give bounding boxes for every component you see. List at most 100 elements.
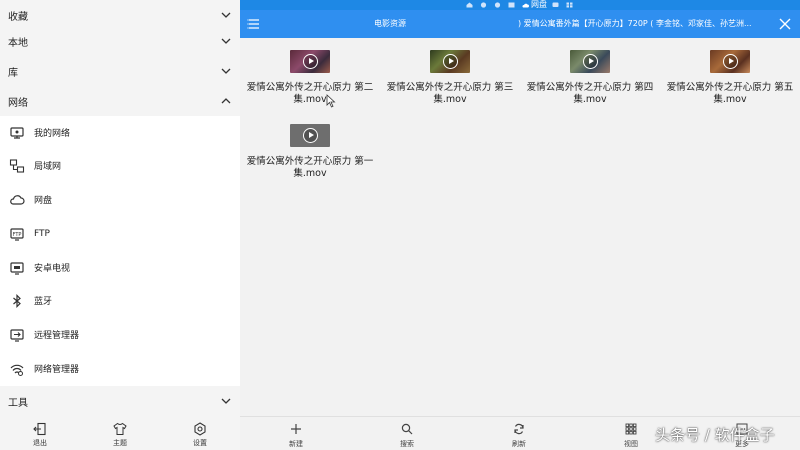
file-name: 爱情公寓外传之开心原力 第三集.mov: [386, 82, 514, 105]
sidebar-item-label: 安卓电视: [34, 264, 71, 274]
home-icon: [466, 2, 473, 8]
video-thumbnail: [710, 50, 750, 73]
sidebar-item-remote-manager[interactable]: 远程管理器: [0, 318, 240, 351]
exit-icon: [33, 422, 46, 436]
chevron-down-icon: [221, 68, 231, 74]
video-thumbnail: [290, 124, 330, 147]
lan-icon: [9, 158, 25, 173]
sidebar-item-cloud[interactable]: 网盘: [0, 183, 240, 216]
file-item[interactable]: 爱情公寓外传之开心原力 第一集.mov: [240, 112, 380, 182]
file-name: 爱情公寓外传之开心原力 第二集.mov: [246, 82, 374, 105]
section-local[interactable]: 本地: [0, 26, 240, 56]
section-label: 本地: [8, 37, 28, 49]
video-thumbnail: [290, 50, 330, 73]
search-label: 搜索: [400, 440, 414, 448]
sidebar-item-android-tv[interactable]: 安卓电视: [0, 251, 240, 284]
play-icon: [303, 128, 318, 143]
chevron-down-icon: [221, 12, 231, 18]
breadcrumb[interactable]: ) 爱情公寓番外篇【开心原力】720P ( 李金铭、邓家佳、孙艺洲...: [518, 18, 774, 29]
my-network-icon: [10, 126, 24, 139]
play-icon: [443, 54, 458, 69]
file-item[interactable]: 爱情公寓外传之开心原力 第五集.mov: [660, 38, 800, 108]
file-name: 爱情公寓外传之开心原力 第一集.mov: [246, 156, 374, 179]
refresh-label: 刷新: [512, 440, 526, 448]
sidebar-item-ftp[interactable]: FTP FTP: [0, 217, 240, 250]
sidebar: 收藏 本地 库 网络 我的网络 局域网 网盘 FTP FTP 安卓电视 蓝牙 远…: [0, 0, 240, 450]
sidebar-item-label: 蓝牙: [34, 297, 53, 307]
shirt-icon: [113, 422, 127, 435]
view-label: 视图: [624, 440, 638, 448]
new-button[interactable]: 新建: [266, 417, 326, 450]
status-title: 网盘: [531, 0, 547, 9]
video-thumbnail: [570, 50, 610, 73]
chevron-down-icon: [221, 398, 231, 404]
section-label: 工具: [8, 397, 28, 409]
watermark: 头条号 / 软件盒子: [655, 426, 775, 444]
theme-label: 主题: [113, 439, 127, 447]
sidebar-item-network-manager[interactable]: 网络管理器: [0, 352, 240, 385]
svg-text:FTP: FTP: [13, 232, 22, 238]
sidebar-item-lan[interactable]: 局域网: [0, 149, 240, 182]
menu-icon[interactable]: [247, 17, 261, 31]
network-panel: 我的网络 局域网 网盘 FTP FTP 安卓电视 蓝牙 远程管理器 网络管理器: [0, 116, 240, 386]
file-name: 爱情公寓外传之开心原力 第四集.mov: [526, 82, 654, 105]
file-item[interactable]: 爱情公寓外传之开心原力 第四集.mov: [520, 38, 660, 108]
view-button[interactable]: 视图: [601, 417, 661, 450]
wifi-manager-icon: [10, 364, 24, 376]
status-circle-icon: [494, 2, 501, 8]
section-library[interactable]: 库: [0, 56, 240, 86]
bluetooth-icon: [13, 293, 21, 308]
sidebar-footer: 退出 主题 设置: [0, 418, 240, 450]
theme-button[interactable]: 主题: [90, 418, 150, 450]
file-item[interactable]: 爱情公寓外传之开心原力 第二集.mov: [240, 38, 380, 108]
sidebar-item-label: FTP: [34, 228, 50, 239]
section-label: 收藏: [8, 11, 28, 23]
grid-view-icon: [625, 423, 637, 435]
search-icon: [401, 423, 413, 435]
sidebar-item-label: 网盘: [34, 196, 53, 206]
refresh-button[interactable]: 刷新: [489, 417, 549, 450]
play-icon: [303, 54, 318, 69]
sidebar-item-label: 网络管理器: [34, 365, 80, 375]
status-chat-icon: [552, 2, 559, 7]
sidebar-item-my-network[interactable]: 我的网络: [0, 116, 240, 149]
tv-icon: [10, 261, 24, 275]
sidebar-item-label: 局域网: [34, 162, 62, 172]
video-thumbnail: [430, 50, 470, 73]
exit-button[interactable]: 退出: [10, 418, 70, 450]
new-label: 新建: [289, 440, 303, 448]
gear-icon: [194, 422, 206, 436]
status-apps-icon: [508, 2, 515, 8]
file-name: 爱情公寓外传之开心原力 第五集.mov: [666, 82, 794, 105]
mouse-cursor-icon: [326, 94, 336, 108]
remote-manager-icon: [10, 328, 24, 342]
settings-label: 设置: [193, 439, 207, 447]
status-circle-icon: [480, 2, 487, 8]
cloud-icon: [10, 194, 25, 205]
refresh-icon: [514, 423, 524, 435]
chevron-down-icon: [221, 38, 231, 44]
section-network[interactable]: 网络: [0, 86, 240, 116]
play-icon: [583, 54, 598, 69]
file-item[interactable]: 爱情公寓外传之开心原力 第三集.mov: [380, 38, 520, 108]
close-icon[interactable]: [779, 18, 791, 30]
plus-icon: [291, 424, 301, 434]
exit-label: 退出: [33, 439, 47, 447]
section-tools[interactable]: 工具: [0, 386, 240, 416]
section-label: 网络: [8, 97, 28, 109]
toolbar-title: 电影资源: [374, 19, 406, 28]
settings-button[interactable]: 设置: [170, 418, 230, 450]
sidebar-item-bluetooth[interactable]: 蓝牙: [0, 284, 240, 317]
status-grid-icon: [566, 2, 573, 8]
chevron-up-icon: [221, 98, 231, 104]
sidebar-item-label: 我的网络: [34, 129, 71, 139]
status-bar: 网盘: [240, 0, 800, 10]
cloud-icon: [522, 3, 529, 8]
play-icon: [723, 54, 738, 69]
ftp-icon: FTP: [10, 227, 24, 241]
section-label: 库: [8, 67, 18, 79]
sidebar-item-label: 远程管理器: [34, 331, 80, 341]
search-button[interactable]: 搜索: [377, 417, 437, 450]
file-grid: 爱情公寓外传之开心原力 第二集.mov 爱情公寓外传之开心原力 第三集.mov …: [240, 38, 800, 416]
toolbar: 电影资源 ) 爱情公寓番外篇【开心原力】720P ( 李金铭、邓家佳、孙艺洲..…: [240, 10, 800, 38]
